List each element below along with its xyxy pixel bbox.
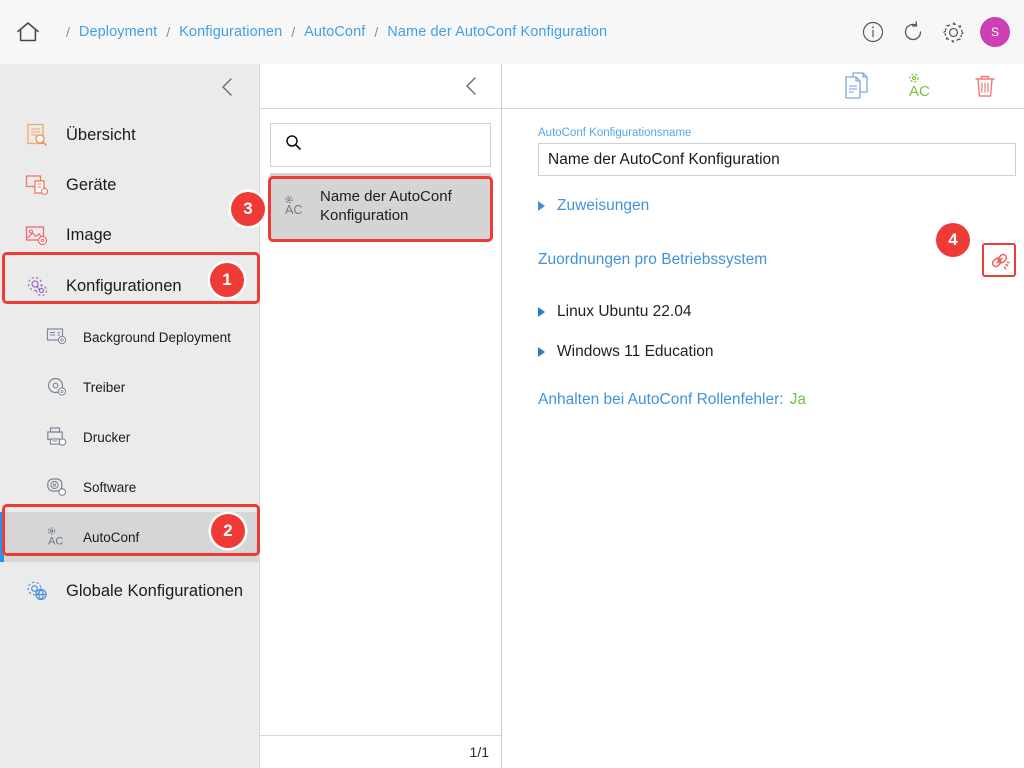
name-field-label: AutoConf Konfigurationsname bbox=[538, 127, 692, 139]
breadcrumb-separator: / bbox=[374, 24, 379, 40]
duplicate-document-icon[interactable] bbox=[840, 70, 874, 102]
driver-disc-icon bbox=[44, 375, 70, 399]
pagination-indicator: 1/1 bbox=[260, 735, 501, 768]
os-assignments-title: Zuordnungen pro Betriebssystem bbox=[538, 251, 768, 268]
image-icon bbox=[22, 221, 52, 249]
assignments-expander[interactable]: Zuweisungen bbox=[538, 197, 1010, 215]
global-config-globe-icon bbox=[22, 577, 52, 605]
settings-gear-icon[interactable] bbox=[940, 19, 966, 45]
detail-form: AutoConf Konfigurationsname Zuweisungen … bbox=[502, 109, 1024, 409]
list-collapse-chevron-left-icon[interactable] bbox=[260, 64, 501, 109]
annotation-badge-4: 4 bbox=[936, 223, 970, 257]
avatar[interactable]: S bbox=[980, 17, 1010, 47]
list-panel: AC Name der AutoConf Konfiguration 1/1 bbox=[260, 64, 502, 768]
annotation-badge-1: 1 bbox=[210, 263, 244, 297]
sidebar-item-background-deployment[interactable]: Background Deployment bbox=[0, 312, 259, 362]
sidebar-item-label: Geräte bbox=[66, 175, 117, 194]
breadcrumb-item-current[interactable]: Name der AutoConf Konfiguration bbox=[387, 24, 607, 40]
list-item-autoconf-konfiguration[interactable]: AC Name der AutoConf Konfiguration bbox=[270, 173, 491, 239]
breadcrumb-item-deployment[interactable]: Deployment bbox=[79, 24, 157, 40]
search-area bbox=[260, 109, 501, 167]
chevron-right-icon bbox=[538, 307, 545, 317]
sidebar-item-globale-konfigurationen[interactable]: Globale Konfigurationen bbox=[0, 566, 259, 616]
list-item-label: Name der AutoConf Konfiguration bbox=[320, 187, 452, 224]
header-actions: S bbox=[860, 17, 1010, 47]
detail-toolbar: AC bbox=[502, 64, 1024, 109]
sidebar-item-image[interactable]: Image bbox=[0, 210, 259, 260]
delete-trash-icon[interactable] bbox=[968, 70, 1002, 102]
printer-icon bbox=[44, 425, 70, 449]
assignments-expander-label: Zuweisungen bbox=[557, 197, 650, 214]
broken-link-icon bbox=[991, 253, 1010, 269]
sidebar-item-label: Übersicht bbox=[66, 125, 136, 144]
autoconf-icon[interactable]: AC bbox=[904, 70, 938, 102]
sidebar-item-treiber[interactable]: Treiber bbox=[0, 362, 259, 412]
breadcrumb-item-autoconf[interactable]: AutoConf bbox=[304, 24, 365, 40]
svg-text:AC: AC bbox=[285, 203, 302, 217]
rollenfehler-status: Anhalten bei AutoConf Rollenfehler: Ja bbox=[538, 391, 1010, 409]
info-icon[interactable] bbox=[860, 19, 886, 45]
top-header: / Deployment / Konfigurationen / AutoCon… bbox=[0, 0, 1024, 64]
sidebar-item-software[interactable]: Software bbox=[0, 462, 259, 512]
detail-panel: AC AutoConf Konfigurationsname Zuweisung… bbox=[502, 64, 1024, 768]
background-deployment-icon bbox=[44, 325, 70, 349]
chevron-right-icon bbox=[538, 201, 545, 211]
sidebar-item-label: Treiber bbox=[83, 379, 126, 395]
chevron-right-icon bbox=[538, 347, 545, 357]
breadcrumb-separator: / bbox=[66, 24, 70, 40]
breadcrumb-separator: / bbox=[166, 24, 171, 40]
home-icon[interactable] bbox=[13, 17, 43, 47]
software-disc-icon bbox=[44, 475, 70, 499]
configurations-gear-icon bbox=[22, 272, 52, 300]
rollenfehler-label: Anhalten bei AutoConf Rollenfehler: bbox=[538, 391, 784, 408]
autoconf-name-input[interactable] bbox=[538, 143, 1016, 176]
devices-icon bbox=[22, 171, 52, 199]
search-input[interactable] bbox=[312, 137, 462, 153]
sidebar-item-label: Software bbox=[83, 479, 137, 495]
sidebar-collapse-chevron-left-icon[interactable] bbox=[0, 64, 259, 110]
annotation-badge-2: 2 bbox=[211, 514, 245, 548]
breadcrumb-item-konfigurationen[interactable]: Konfigurationen bbox=[179, 24, 282, 40]
rollenfehler-value: Ja bbox=[789, 391, 806, 408]
overview-document-icon bbox=[22, 121, 52, 149]
breadcrumb-separator: / bbox=[291, 24, 296, 40]
os-entry-linux[interactable]: Linux Ubuntu 22.04 bbox=[538, 303, 1010, 321]
sidebar-item-label: Background Deployment bbox=[83, 329, 231, 345]
annotation-badge-3: 3 bbox=[231, 192, 265, 226]
sidebar-item-label: Globale Konfigurationen bbox=[66, 581, 244, 600]
sidebar: Übersicht Geräte Image Konfigurationen B… bbox=[0, 64, 260, 768]
sidebar-item-uebersicht[interactable]: Übersicht bbox=[0, 110, 259, 160]
link-assignments-button[interactable] bbox=[982, 243, 1016, 277]
autoconf-icon: AC bbox=[44, 525, 70, 549]
os-entry-windows[interactable]: Windows 11 Education bbox=[538, 343, 1010, 361]
sidebar-item-label: Konfigurationen bbox=[66, 276, 182, 295]
os-entry-label: Windows 11 Education bbox=[557, 343, 714, 360]
sidebar-item-label: Image bbox=[66, 225, 112, 244]
sidebar-item-geraete[interactable]: Geräte bbox=[0, 160, 259, 210]
os-entry-label: Linux Ubuntu 22.04 bbox=[557, 303, 692, 320]
search-icon bbox=[285, 134, 302, 156]
refresh-icon[interactable] bbox=[900, 19, 926, 45]
svg-text:AC: AC bbox=[48, 536, 63, 548]
sidebar-item-label: AutoConf bbox=[83, 529, 140, 545]
app-root: / Deployment / Konfigurationen / AutoCon… bbox=[0, 0, 1024, 768]
search-box[interactable] bbox=[270, 123, 491, 167]
autoconf-icon: AC bbox=[280, 194, 310, 218]
breadcrumb: / Deployment / Konfigurationen / AutoCon… bbox=[57, 24, 607, 40]
svg-text:AC: AC bbox=[909, 83, 930, 100]
sidebar-item-drucker[interactable]: Drucker bbox=[0, 412, 259, 462]
sidebar-item-label: Drucker bbox=[83, 429, 131, 445]
